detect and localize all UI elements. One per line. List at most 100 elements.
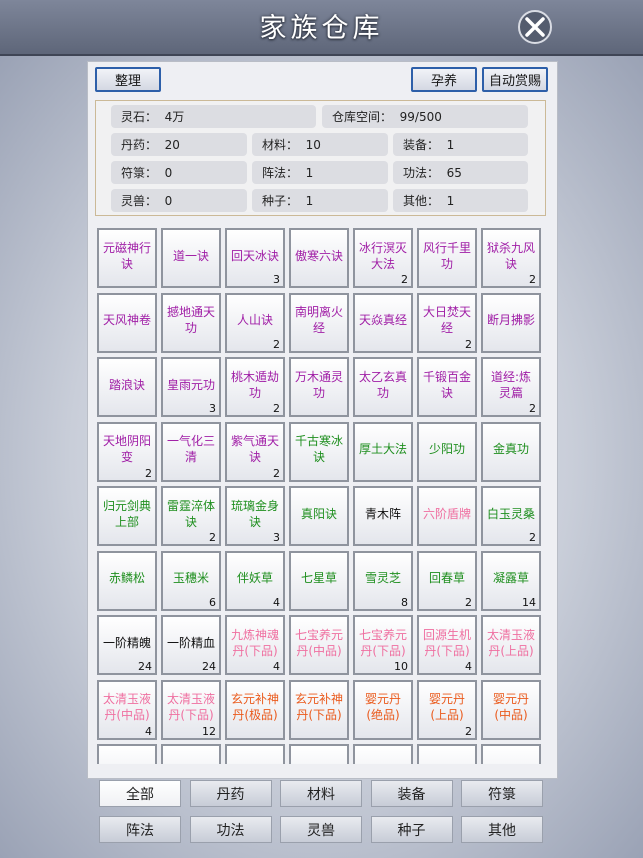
item-slot[interactable]: 回源生机丹(下品) 4	[417, 615, 477, 675]
item-slot[interactable]: 婴元丹(上品) 2	[417, 679, 477, 740]
item-slot[interactable]: 大日焚天经 2	[417, 292, 477, 353]
item-slot[interactable]: 太乙玄真功	[353, 357, 413, 417]
item-slot[interactable]: 太清玉液丹(中品) 4	[97, 679, 157, 740]
item-slot[interactable]: 冰行溟灭大法 2	[353, 228, 413, 288]
item-count: 24	[202, 660, 216, 673]
item-slot[interactable]: 金真功	[481, 421, 541, 482]
item-slot[interactable]	[225, 744, 285, 764]
item-slot[interactable]: 一阶精血 24	[161, 615, 221, 675]
item-slot[interactable]: 厚土大法	[353, 421, 413, 482]
item-slot[interactable]: 道经:炼灵篇 2	[481, 357, 541, 417]
breed-button[interactable]: 孕养	[411, 67, 477, 92]
item-slot[interactable]: 千古寒冰诀	[289, 421, 349, 482]
item-name	[165, 749, 217, 764]
item-name: 太乙玄真功	[358, 369, 407, 400]
stat-cell: 仓库空间： 99/500	[322, 105, 528, 128]
item-slot[interactable]: 婴元丹(绝品)	[353, 679, 413, 740]
item-slot[interactable]: 万木通灵功	[289, 357, 349, 417]
close-button[interactable]	[518, 10, 552, 44]
tab-button[interactable]: 其他	[461, 816, 543, 843]
item-count: 14	[522, 595, 536, 609]
item-slot[interactable]: 一阶精魄 24	[97, 615, 157, 675]
item-slot[interactable]: 少阳功	[417, 421, 477, 482]
item-slot[interactable]: 人山诀 2	[225, 292, 285, 353]
item-count: 2	[145, 466, 152, 480]
item-slot[interactable]: 婴元丹(中品)	[481, 679, 541, 740]
item-slot[interactable]: 雪灵芝 8	[353, 550, 413, 611]
item-name: 回春草	[428, 571, 465, 585]
item-slot[interactable]: 七星草	[289, 550, 349, 611]
sort-button[interactable]: 整理	[95, 67, 161, 92]
item-slot[interactable]: 赤鳞松	[97, 550, 157, 611]
item-slot[interactable]: 紫气通天诀 2	[225, 421, 285, 482]
item-count: 2	[401, 273, 408, 286]
item-slot[interactable]: 踏浪诀	[97, 357, 157, 417]
item-slot[interactable]	[417, 744, 477, 764]
tab-button[interactable]: 装备	[370, 780, 453, 807]
item-slot[interactable]: 琉璃金身诀 3	[225, 486, 285, 546]
tab-button[interactable]: 全部	[99, 780, 181, 807]
item-slot[interactable]	[481, 744, 541, 764]
item-slot[interactable]: 九炼神魂丹(下品) 4	[225, 615, 285, 675]
item-count: 6	[209, 595, 216, 609]
tab-button[interactable]: 灵兽	[280, 816, 362, 843]
item-slot[interactable]	[353, 744, 413, 764]
item-count: 2	[273, 337, 280, 351]
item-name: 雷霆淬体诀	[166, 498, 215, 529]
item-name: 玄元补神丹(极品)	[230, 692, 279, 722]
item-slot[interactable]: 天焱真经	[353, 292, 413, 353]
item-slot[interactable]: 天风神卷	[97, 292, 157, 353]
item-name: 七星草	[300, 571, 337, 585]
stat-cell: 灵石： 4万	[111, 105, 316, 128]
item-slot[interactable]: 风行千里功	[417, 228, 477, 288]
tab-button[interactable]: 功法	[189, 816, 272, 843]
item-slot[interactable]: 归元剑典上部	[97, 486, 157, 546]
item-slot[interactable]: 天地阴阳变 2	[97, 421, 157, 482]
item-slot[interactable]: 青木阵	[353, 486, 413, 546]
item-slot[interactable]: 一气化三清	[161, 421, 221, 482]
item-name	[421, 749, 473, 764]
tab-button[interactable]: 丹药	[189, 780, 272, 807]
item-slot[interactable]: 回天冰诀 3	[225, 228, 285, 288]
tab-button[interactable]: 阵法	[99, 816, 181, 843]
item-slot[interactable]: 傲寒六诀	[289, 228, 349, 288]
item-slot[interactable]: 狱杀九风诀 2	[481, 228, 541, 288]
item-slot[interactable]	[97, 744, 157, 764]
item-slot[interactable]: 元磁神行诀	[97, 228, 157, 288]
tab-button[interactable]: 种子	[370, 816, 453, 843]
item-slot[interactable]: 六阶盾牌	[417, 486, 477, 546]
item-slot[interactable]: 伴妖草 4	[225, 550, 285, 611]
item-slot[interactable]: 七宝养元丹(中品)	[289, 615, 349, 675]
item-name: 撼地通天功	[166, 305, 215, 335]
item-slot[interactable]: 撼地通天功	[161, 292, 221, 353]
stat-label: 丹药：	[121, 138, 158, 152]
item-slot[interactable]: 桃木遁劫功 2	[225, 357, 285, 417]
auto-reward-button[interactable]: 自动赏赐	[482, 67, 548, 92]
item-slot[interactable]: 太清玉液丹(上品)	[481, 615, 541, 675]
item-slot[interactable]: 真阳诀	[289, 486, 349, 546]
item-slot[interactable]	[161, 744, 221, 764]
item-slot[interactable]: 皇雨元功 3	[161, 357, 221, 417]
item-slot[interactable]: 玄元补神丹(极品)	[225, 679, 285, 740]
item-slot[interactable]: 回春草 2	[417, 550, 477, 611]
item-name: 千锻百金诀	[422, 369, 471, 400]
item-slot[interactable]: 太清玉液丹(下品) 12	[161, 679, 221, 740]
item-slot[interactable]: 玉穗米 6	[161, 550, 221, 611]
tab-button[interactable]: 符箓	[461, 780, 543, 807]
item-slot[interactable]: 白玉灵桑 2	[481, 486, 541, 546]
stat-cell: 阵法： 1	[252, 161, 388, 184]
item-slot[interactable]: 断月拂影	[481, 292, 541, 353]
item-slot[interactable]: 七宝养元丹(下品) 10	[353, 615, 413, 675]
item-slot[interactable]: 玄元补神丹(下品)	[289, 679, 349, 740]
item-slot[interactable]	[289, 744, 349, 764]
item-slot[interactable]: 雷霆淬体诀 2	[161, 486, 221, 546]
item-slot[interactable]: 南明离火经	[289, 292, 349, 353]
item-slot[interactable]: 凝露草 14	[481, 550, 541, 611]
item-slot[interactable]: 千锻百金诀	[417, 357, 477, 417]
item-slot[interactable]: 道一诀	[161, 228, 221, 288]
item-name: 玄元补神丹(下品)	[294, 692, 343, 722]
stat-label: 材料：	[262, 138, 299, 152]
item-name: 万木通灵功	[294, 369, 343, 400]
tab-button[interactable]: 材料	[280, 780, 362, 807]
item-name: 踏浪诀	[108, 377, 145, 392]
